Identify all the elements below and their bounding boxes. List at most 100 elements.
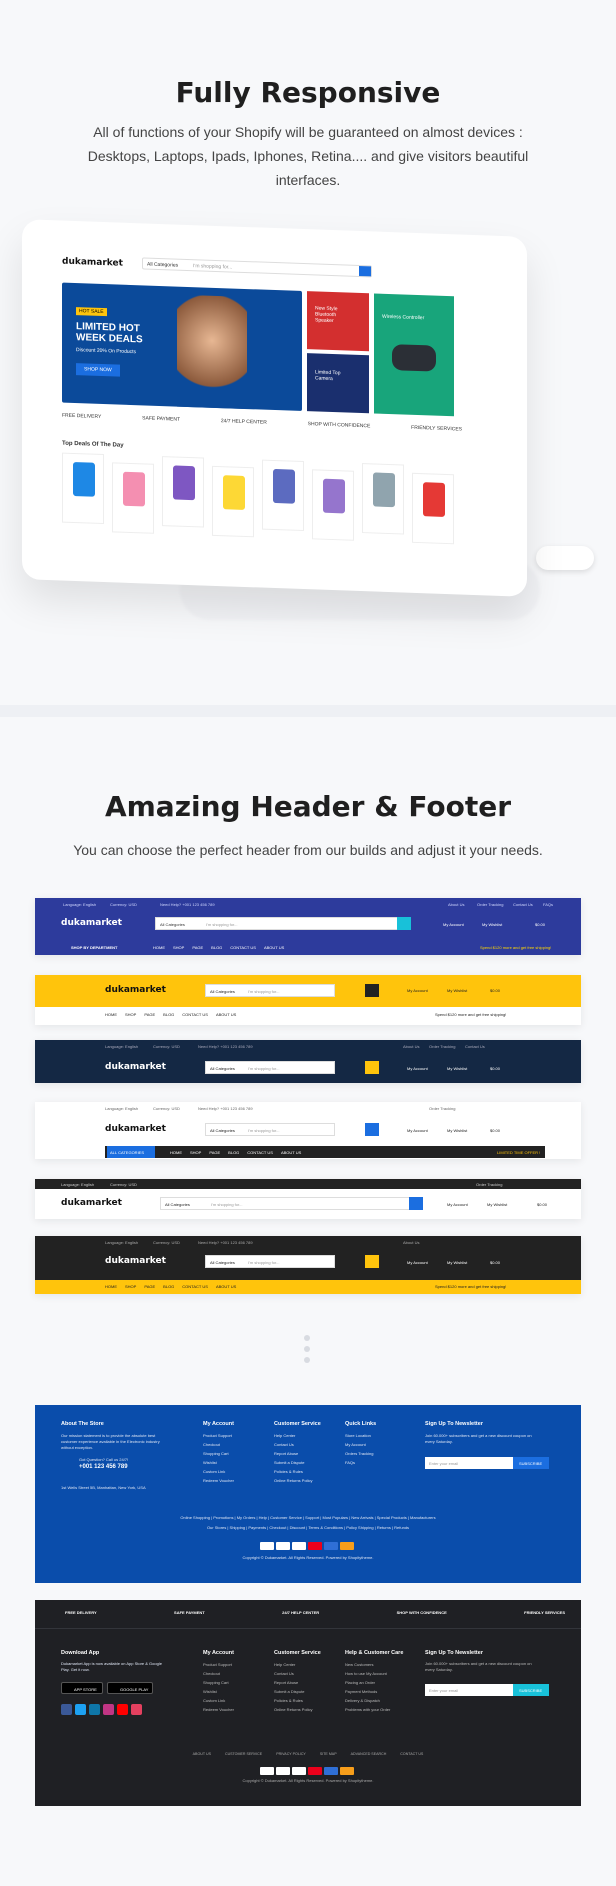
footer-link[interactable]: Wishlist: [203, 1689, 234, 1694]
footer-link[interactable]: Submit a Dispute: [274, 1460, 312, 1465]
mini-search[interactable]: All Categories I'm shopping for...: [142, 257, 372, 278]
footer-link[interactable]: How to use My Account: [345, 1671, 390, 1676]
footer-link[interactable]: Store Location: [345, 1433, 373, 1438]
footer-link[interactable]: Wishlist: [203, 1460, 234, 1465]
bottom-link[interactable]: ABOUT US: [193, 1752, 211, 1756]
footer-link[interactable]: Help Center: [274, 1433, 312, 1438]
footer-link[interactable]: Redeem Voucher: [203, 1478, 234, 1483]
footer-link[interactable]: Product Support: [203, 1433, 234, 1438]
footer-link[interactable]: Policies & Rules: [274, 1698, 312, 1703]
bottom-link[interactable]: PRIVACY POLICY: [276, 1752, 306, 1756]
deal-card[interactable]: [112, 462, 154, 534]
google-play-button[interactable]: GOOGLE PLAY: [107, 1682, 153, 1694]
footer-link[interactable]: Online Returns Policy: [274, 1707, 312, 1712]
footer-link[interactable]: New Customers: [345, 1662, 390, 1667]
footer-link[interactable]: Payment Methods: [345, 1689, 390, 1694]
nav-menu[interactable]: HOME SHOP PAGE BLOG CONTACT US ABOUT US: [105, 1284, 236, 1289]
footer-link[interactable]: Custom Link: [203, 1469, 234, 1474]
logo[interactable]: dukamarket: [105, 1062, 166, 1072]
bottom-link[interactable]: SITE MAP: [320, 1752, 337, 1756]
promo-controller[interactable]: Wireless Controller: [374, 293, 454, 417]
email-input[interactable]: Enter your email: [425, 1457, 513, 1469]
footer-link[interactable]: Redeem Voucher: [203, 1707, 234, 1712]
search-bar[interactable]: All Categories I'm shopping for...: [205, 1255, 335, 1268]
hero-sub: Discount 20% On Products: [76, 347, 137, 356]
nav-menu[interactable]: HOME SHOP PAGE BLOG CONTACT US ABOUT US: [153, 945, 284, 950]
header-style-2: dukamarket All Categories I'm shopping f…: [35, 975, 581, 1025]
mini-search-button[interactable]: [359, 265, 371, 277]
hero-model-image: [177, 294, 247, 410]
logo[interactable]: dukamarket: [61, 1198, 122, 1208]
section-subtitle: All of functions of your Shopify will be…: [87, 124, 529, 188]
subscribe-button[interactable]: SUBSCRIBE: [513, 1457, 549, 1469]
subscribe-button[interactable]: SUBSCRIBE: [513, 1684, 549, 1696]
product-image: [273, 468, 295, 504]
email-input[interactable]: Enter your email: [425, 1684, 513, 1696]
promo-camera[interactable]: Limited Top Camera: [307, 353, 369, 414]
search-button[interactable]: [397, 917, 411, 930]
footer-link[interactable]: Report Abuse: [274, 1680, 312, 1685]
deal-card[interactable]: [412, 472, 454, 545]
deal-card[interactable]: [162, 456, 204, 528]
search-bar[interactable]: All Categories I'm shopping for...: [155, 917, 411, 930]
footer-link[interactable]: Policies & Rules: [274, 1469, 312, 1474]
controller-image: [392, 344, 436, 372]
hero-button[interactable]: SHOP NOW: [76, 363, 120, 377]
product-image: [173, 465, 195, 501]
logo[interactable]: dukamarket: [105, 1124, 166, 1134]
logo[interactable]: dukamarket: [105, 985, 166, 995]
footer-link[interactable]: Shopping Cart: [203, 1451, 234, 1456]
hero-banner[interactable]: HOT SALE LIMITED HOT WEEK DEALS Discount…: [62, 282, 302, 411]
search-button[interactable]: [365, 1123, 379, 1136]
footer-link[interactable]: Report Abuse: [274, 1451, 312, 1456]
product-image: [123, 471, 145, 507]
bottom-link[interactable]: CUSTOMER SERVICE: [225, 1752, 262, 1756]
all-categories-button[interactable]: ALL CATEGORIES: [107, 1146, 155, 1158]
footer-link[interactable]: Problems with your Order: [345, 1707, 390, 1712]
section-title: Fully Responsive: [175, 76, 441, 109]
footer-link[interactable]: Help Center: [274, 1662, 312, 1667]
deal-card[interactable]: [62, 452, 104, 525]
search-button[interactable]: [409, 1197, 423, 1210]
footer-link[interactable]: Placing an Order: [345, 1680, 390, 1685]
social-icons[interactable]: [61, 1702, 145, 1720]
footer-link[interactable]: FAQs: [345, 1460, 373, 1465]
search-button[interactable]: [365, 984, 379, 997]
promo-speaker[interactable]: New Style Bluetooth Speaker: [307, 291, 369, 352]
search-bar[interactable]: All Categories I'm shopping for...: [205, 984, 335, 997]
app-store-button[interactable]: APP STORE: [61, 1682, 103, 1694]
feature-item: SAFE PAYMENT: [174, 1610, 205, 1615]
separator-dots: [304, 1335, 310, 1368]
search-bar[interactable]: All Categories I'm shopping for...: [205, 1061, 335, 1074]
search-button[interactable]: [365, 1255, 379, 1268]
footer-link[interactable]: Contact Us: [274, 1442, 312, 1447]
footer-link[interactable]: Product Support: [203, 1662, 234, 1667]
footer-link[interactable]: Custom Link: [203, 1698, 234, 1703]
deal-card[interactable]: [212, 465, 254, 538]
footer-link[interactable]: Orders Tracking: [345, 1451, 373, 1456]
deal-card[interactable]: [362, 463, 404, 535]
footer-link[interactable]: Delivery & Dispatch: [345, 1698, 390, 1703]
nav-menu[interactable]: HOME SHOP PAGE BLOG CONTACT US ABOUT US: [170, 1150, 301, 1155]
footer-link[interactable]: Checkout: [203, 1442, 234, 1447]
footer-link[interactable]: Submit a Dispute: [274, 1689, 312, 1694]
deal-card[interactable]: [312, 469, 354, 541]
bottom-links[interactable]: ABOUT US CUSTOMER SERVICE PRIVACY POLICY SI…: [35, 1752, 581, 1756]
deal-card[interactable]: [262, 459, 304, 532]
search-button[interactable]: [365, 1061, 379, 1074]
bottom-link[interactable]: CONTACT US: [400, 1752, 423, 1756]
feature-item: SHOP WITH CONFIDENCE: [396, 1610, 447, 1615]
section-title-2: Amazing Header & Footer: [104, 790, 512, 823]
footer-link[interactable]: Checkout: [203, 1671, 234, 1676]
search-bar[interactable]: All Categories I'm shopping for...: [160, 1197, 416, 1210]
nav-menu[interactable]: HOME SHOP PAGE BLOG CONTACT US ABOUT US: [105, 1012, 236, 1017]
footer-link[interactable]: Online Returns Policy: [274, 1478, 312, 1483]
search-bar[interactable]: All Categories I'm shopping for...: [205, 1123, 335, 1136]
logo[interactable]: dukamarket: [61, 918, 122, 928]
footer-link[interactable]: Shopping Cart: [203, 1680, 234, 1685]
bottom-link[interactable]: ADVANCED SEARCH: [351, 1752, 387, 1756]
header-style-5: Language: English Currency: USD Order Tr…: [35, 1179, 581, 1219]
footer-link[interactable]: My Account: [345, 1442, 373, 1447]
footer-link[interactable]: Contact Us: [274, 1671, 312, 1676]
logo[interactable]: dukamarket: [105, 1256, 166, 1266]
